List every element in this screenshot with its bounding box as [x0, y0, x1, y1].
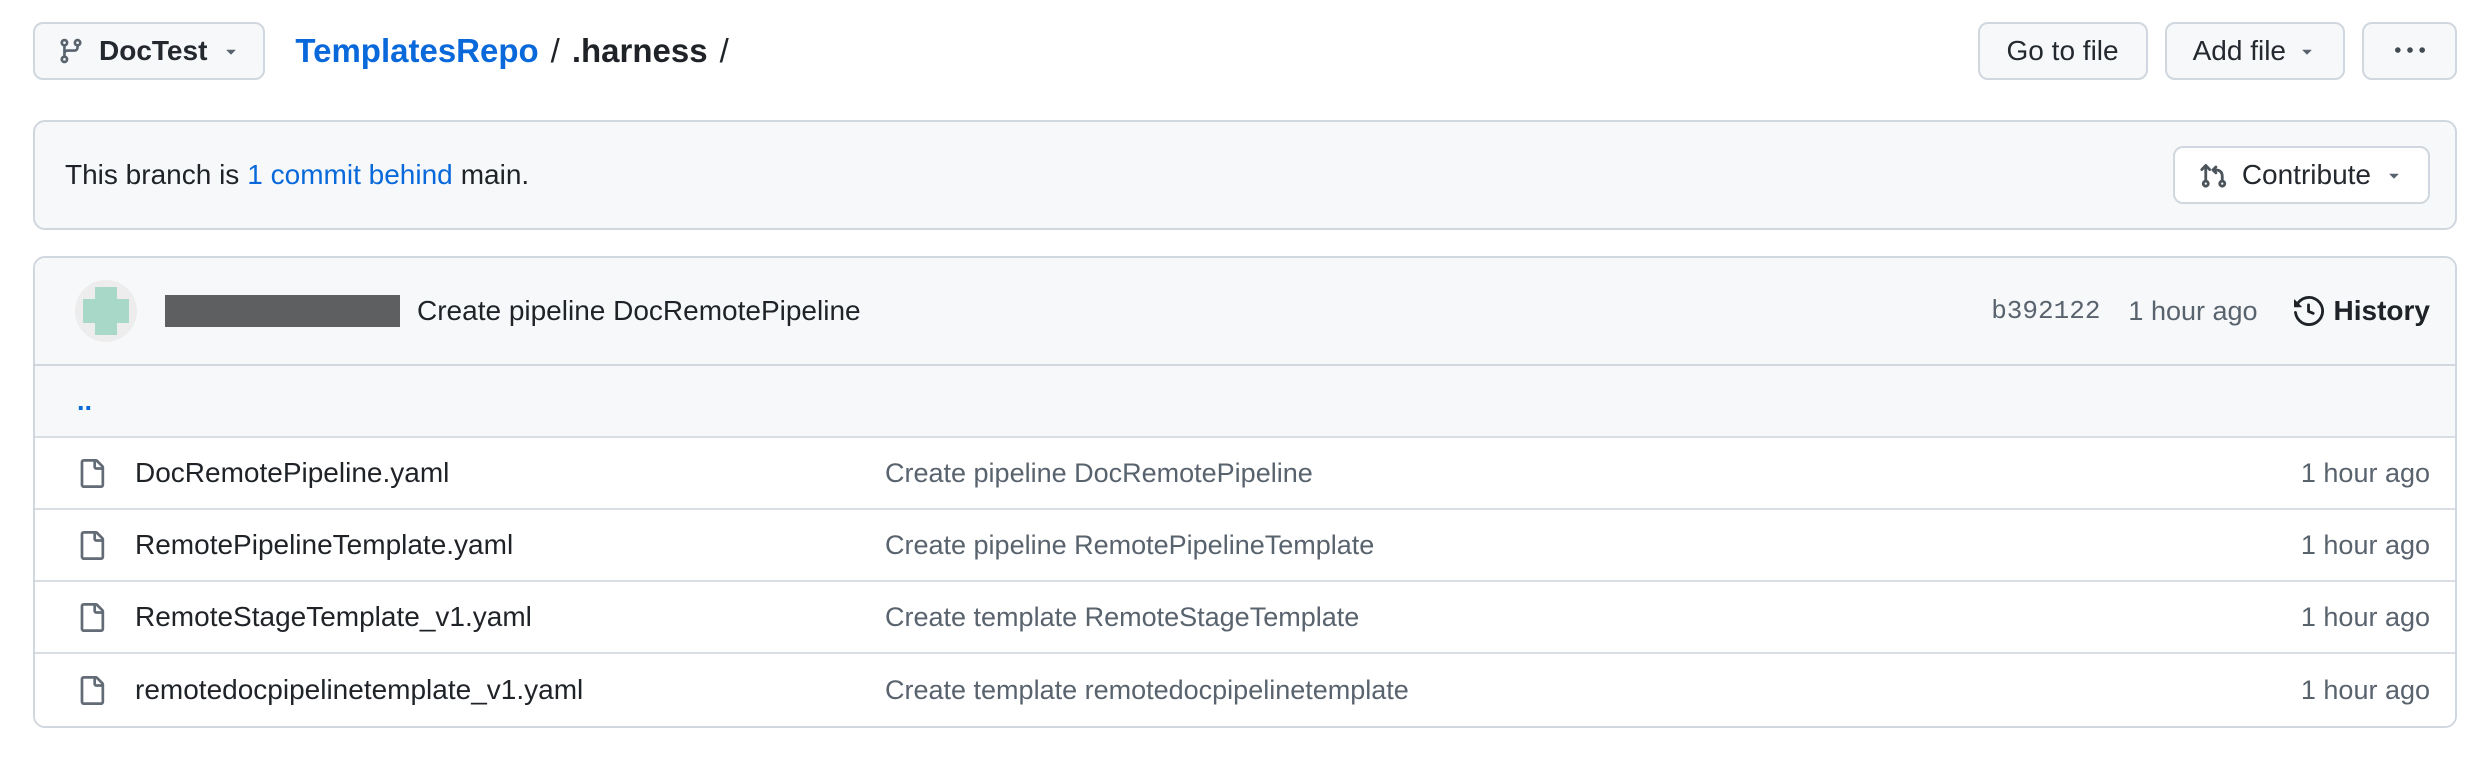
add-file-button[interactable]: Add file	[2165, 22, 2345, 80]
breadcrumb-current-path: .harness	[572, 32, 708, 70]
table-row[interactable]: DocRemotePipeline.yaml Create pipeline D…	[35, 438, 2455, 510]
file-name-link[interactable]: remotedocpipelinetemplate_v1.yaml	[135, 674, 885, 706]
contribute-button[interactable]: Contribute	[2173, 146, 2430, 204]
file-age: 1 hour ago	[2301, 602, 2430, 633]
history-icon	[2294, 296, 2324, 326]
latest-commit-header: Create pipeline DocRemotePipeline b39212…	[35, 258, 2455, 366]
latest-commit-message[interactable]: Create pipeline DocRemotePipeline	[417, 295, 861, 327]
add-file-label: Add file	[2193, 35, 2286, 67]
branch-status-text: This branch is 1 commit behind main.	[65, 159, 529, 191]
breadcrumb-repo-link[interactable]: TemplatesRepo	[295, 32, 538, 70]
file-age: 1 hour ago	[2301, 530, 2430, 561]
latest-commit-meta: b392122 1 hour ago History	[1991, 295, 2430, 327]
file-age: 1 hour ago	[2301, 675, 2430, 706]
file-commit-message-link[interactable]: Create pipeline DocRemotePipeline	[885, 458, 2301, 489]
history-link[interactable]: History	[2294, 295, 2430, 327]
kebab-horizontal-icon	[2395, 36, 2425, 66]
parent-directory-row[interactable]: ..	[35, 366, 2455, 438]
file-icon	[77, 603, 135, 632]
file-age: 1 hour ago	[2301, 458, 2430, 489]
go-to-file-button[interactable]: Go to file	[1978, 22, 2148, 80]
file-icon	[77, 676, 135, 705]
commit-sha-link[interactable]: b392122	[1991, 296, 2100, 326]
history-label: History	[2334, 295, 2430, 327]
file-browser-table: Create pipeline DocRemotePipeline b39212…	[33, 256, 2457, 728]
file-icon	[77, 531, 135, 560]
avatar[interactable]	[75, 280, 137, 342]
contribute-label: Contribute	[2242, 159, 2371, 191]
go-to-file-label: Go to file	[2007, 35, 2119, 67]
toolbar-actions: Go to file Add file	[1978, 22, 2457, 80]
file-commit-message-link[interactable]: Create pipeline RemotePipelineTemplate	[885, 530, 2301, 561]
redacted-author-name	[165, 295, 400, 327]
triangle-down-icon	[2384, 165, 2404, 185]
identicon-shape	[95, 287, 117, 335]
file-commit-message-link[interactable]: Create template remotedocpipelinetemplat…	[885, 675, 2301, 706]
commit-timestamp: 1 hour ago	[2128, 296, 2257, 327]
parent-directory-link[interactable]: ..	[77, 386, 92, 417]
breadcrumb-separator: /	[551, 32, 560, 70]
more-options-button[interactable]	[2362, 22, 2457, 80]
breadcrumb: TemplatesRepo / .harness /	[295, 32, 740, 70]
file-name-link[interactable]: RemoteStageTemplate_v1.yaml	[135, 601, 885, 633]
table-row[interactable]: RemoteStageTemplate_v1.yaml Create templ…	[35, 582, 2455, 654]
repo-toolbar: DocTest TemplatesRepo / .harness / Go to…	[33, 22, 2457, 80]
branch-selector-label: DocTest	[99, 35, 207, 67]
branch-status-prefix: This branch is	[65, 159, 239, 190]
table-row[interactable]: RemotePipelineTemplate.yaml Create pipel…	[35, 510, 2455, 582]
file-icon	[77, 459, 135, 488]
git-branch-icon	[57, 37, 85, 65]
triangle-down-icon	[221, 41, 241, 61]
table-row[interactable]: remotedocpipelinetemplate_v1.yaml Create…	[35, 654, 2455, 726]
contribute-icon	[2199, 160, 2229, 190]
file-name-link[interactable]: DocRemotePipeline.yaml	[135, 457, 885, 489]
file-name-link[interactable]: RemotePipelineTemplate.yaml	[135, 529, 885, 561]
branch-selector-button[interactable]: DocTest	[33, 22, 265, 80]
branch-status-suffix: main.	[461, 159, 529, 190]
triangle-down-icon	[2297, 41, 2317, 61]
commits-behind-link[interactable]: 1 commit behind	[247, 159, 452, 190]
file-commit-message-link[interactable]: Create template RemoteStageTemplate	[885, 602, 2301, 633]
breadcrumb-trailing-separator: /	[720, 32, 729, 70]
branch-status-banner: This branch is 1 commit behind main. Contr…	[33, 120, 2457, 230]
